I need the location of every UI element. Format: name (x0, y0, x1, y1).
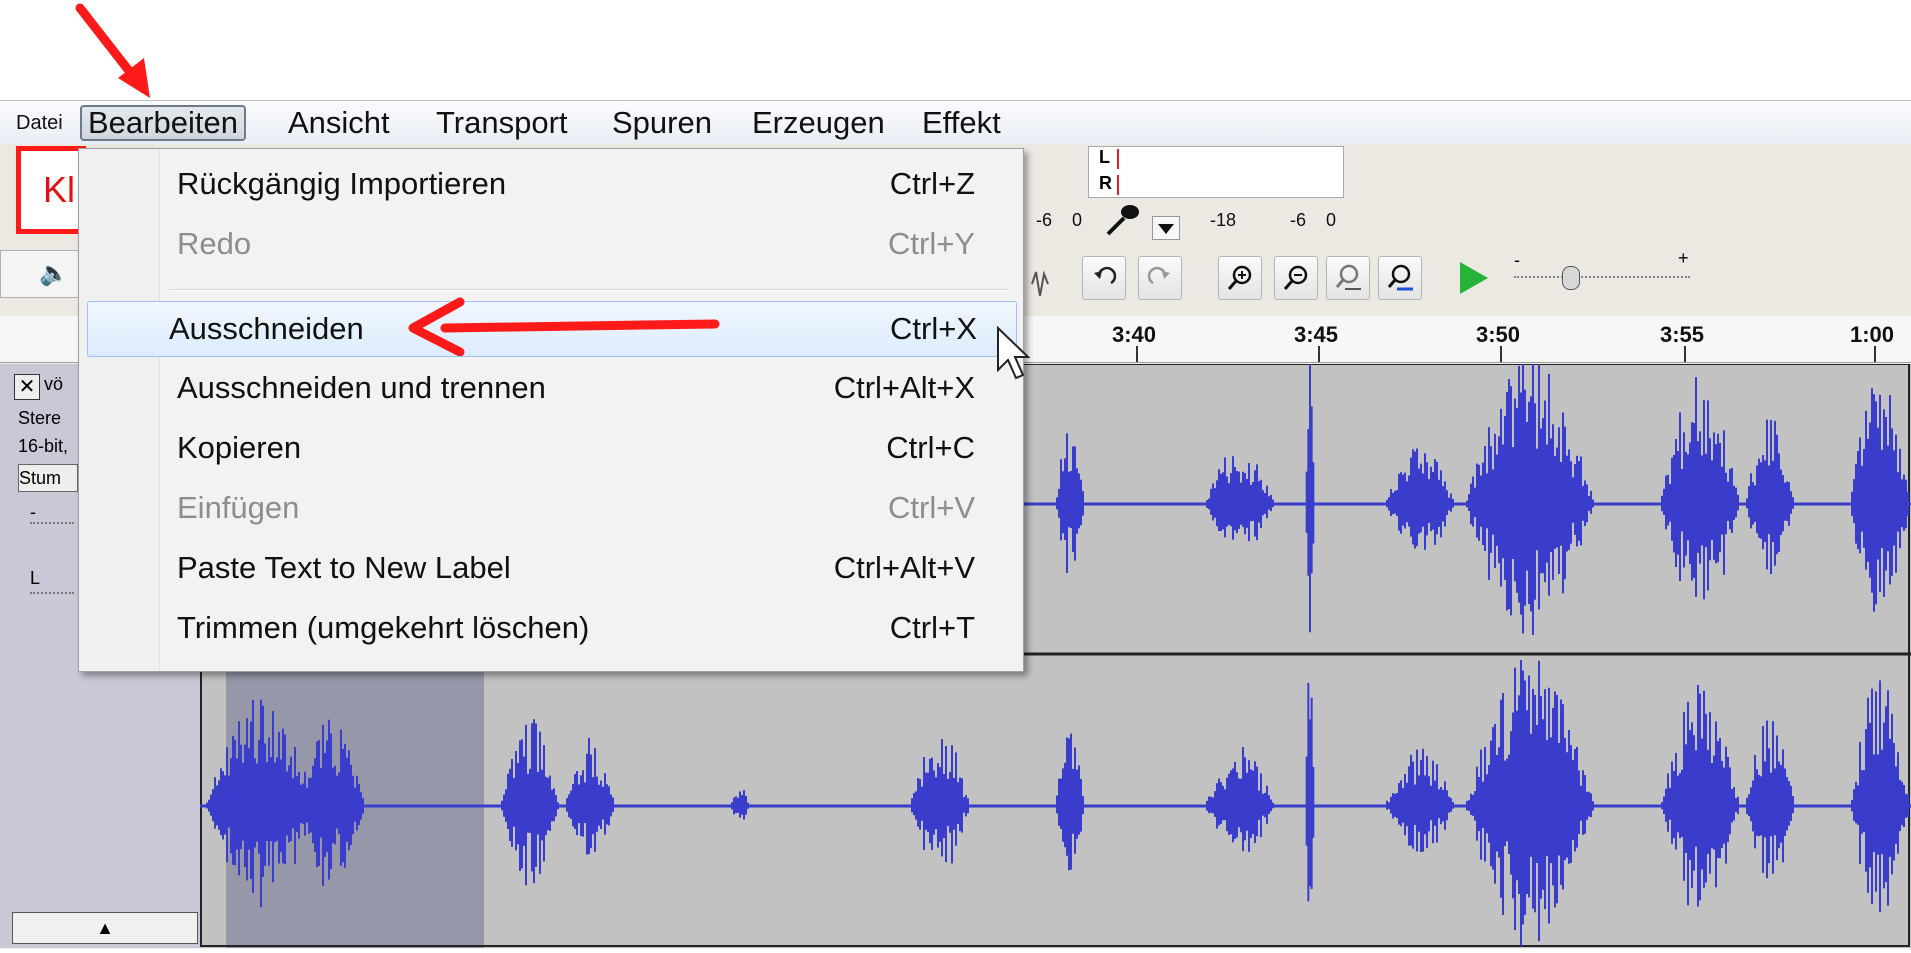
mute-button[interactable]: Stum (18, 464, 78, 492)
menu-spuren[interactable]: Spuren (606, 105, 718, 141)
mixer-toolbar: 🔈 (0, 250, 82, 298)
track-name[interactable]: vö (44, 374, 74, 395)
annotation-arrow-down (75, 3, 150, 98)
meter-tick: 0 (1326, 210, 1337, 230)
meter-dropdown-button[interactable] (1152, 216, 1180, 240)
meter-tick: 0 (1072, 210, 1083, 230)
menu-item-label: Ausschneiden (169, 311, 364, 346)
menu-item-shortcut: Ctrl+Alt+X (833, 370, 975, 405)
pan-slider[interactable] (30, 592, 74, 594)
annotation-box-text: Kl (43, 169, 76, 210)
ruler-label: 3:40 (1112, 322, 1157, 347)
annotation-arrow-left (408, 297, 720, 356)
menu-item-shortcut: Ctrl+X (890, 311, 977, 346)
slider-track (1514, 276, 1690, 278)
redo-icon (1147, 266, 1170, 285)
edit-menu-dropdown: Rückgängig Importieren Ctrl+Z Redo Ctrl+… (78, 148, 1024, 672)
slider-thumb[interactable] (1562, 266, 1580, 290)
menu-transport[interactable]: Transport (430, 105, 574, 141)
menu-separator (169, 289, 1009, 291)
close-track-button[interactable]: ✕ (14, 374, 40, 400)
undo-icon (1094, 266, 1117, 285)
menu-bar: Datei Bearbeiten Ansicht Transport Spure… (0, 101, 1911, 146)
collapse-track-button[interactable]: ▲ (12, 912, 198, 944)
track-channels: Stere (18, 408, 62, 428)
annotation-box: Kl (16, 146, 86, 234)
menu-item-label: Trimmen (umgekehrt löschen) (177, 610, 590, 645)
menu-item-label: Ausschneiden und trennen (177, 370, 546, 405)
meter-tick: -18 (1210, 210, 1237, 230)
menu-item-shortcut: Ctrl+T (889, 610, 975, 645)
menu-item-copy[interactable]: Kopieren Ctrl+C (87, 421, 1015, 475)
close-icon: ✕ (18, 376, 36, 398)
zoom-fit-project-icon (1387, 264, 1413, 291)
menu-ansicht[interactable]: Ansicht (282, 105, 396, 141)
slider-min-label: - (1514, 250, 1520, 270)
fit-selection-button[interactable] (1326, 256, 1370, 300)
gain-slider-label: - (30, 502, 36, 522)
playback-speed-slider[interactable]: - + (1510, 248, 1700, 298)
slider-max-label: + (1678, 248, 1689, 268)
menu-erzeugen[interactable]: Erzeugen (746, 105, 891, 141)
chevron-down-icon (1158, 224, 1174, 234)
menu-item-label: Rückgängig Importieren (177, 166, 507, 201)
meter-tick: -6 (1290, 210, 1307, 230)
fit-project-button[interactable] (1378, 256, 1422, 300)
menu-item-label: Redo (177, 226, 252, 261)
menu-item-label: Einfügen (177, 490, 300, 525)
menu-bearbeiten[interactable]: Bearbeiten (80, 105, 246, 141)
menu-item-shortcut: Ctrl+V (888, 490, 975, 525)
undo-button[interactable] (1082, 256, 1126, 300)
mouse-cursor-icon (997, 326, 1030, 380)
zoom-in-icon (1227, 265, 1252, 290)
menu-item-undo[interactable]: Rückgängig Importieren Ctrl+Z (87, 157, 1015, 211)
menu-item-shortcut: Ctrl+Alt+V (833, 550, 975, 585)
menu-datei[interactable]: Datei (10, 105, 69, 141)
track-format: 16-bit, (18, 436, 69, 456)
menu-item-paste-text-label[interactable]: Paste Text to New Label Ctrl+Alt+V (87, 541, 1015, 595)
speaker-icon: 🔈 (39, 260, 69, 287)
meter-left-bar (1117, 149, 1119, 169)
ruler-label: 3:55 (1660, 322, 1705, 347)
meter-tick: -6 (1036, 210, 1053, 230)
menu-item-shortcut: Ctrl+Y (888, 226, 975, 261)
menu-item-paste[interactable]: Einfügen Ctrl+V (87, 481, 1015, 535)
menu-item-trim[interactable]: Trimmen (umgekehrt löschen) Ctrl+T (87, 601, 1015, 655)
collapse-icon: ▲ (96, 918, 114, 938)
waveform-tool-icon[interactable] (1030, 264, 1050, 304)
menu-effekt[interactable]: Effekt (916, 105, 1007, 141)
zoom-out-button[interactable] (1274, 256, 1318, 300)
mute-label: Stum (19, 468, 62, 488)
menu-item-label: Kopieren (177, 430, 302, 465)
play-icon (1460, 262, 1488, 294)
redo-button[interactable] (1138, 256, 1182, 300)
meter-right-bar (1117, 175, 1119, 195)
ruler-label: 3:50 (1476, 322, 1521, 347)
zoom-out-icon (1283, 265, 1308, 290)
play-at-speed-button[interactable] (1454, 258, 1494, 298)
pan-slider-label: L (30, 568, 41, 588)
zoom-in-button[interactable] (1218, 256, 1262, 300)
meter-right-label: R (1099, 173, 1112, 193)
menu-item-redo[interactable]: Redo Ctrl+Y (87, 217, 1015, 271)
ruler-label: 1:00 (1850, 322, 1895, 347)
menu-item-cut-and-split[interactable]: Ausschneiden und trennen Ctrl+Alt+X (87, 361, 1015, 415)
menu-item-label: Paste Text to New Label (177, 550, 511, 585)
microphone-icon[interactable] (1100, 200, 1150, 240)
gain-slider[interactable] (30, 522, 74, 524)
recording-meter[interactable]: L R (1088, 146, 1344, 198)
menu-item-shortcut: Ctrl+Z (889, 166, 975, 201)
meter-left-label: L (1099, 147, 1110, 167)
ruler-label: 3:45 (1294, 322, 1339, 347)
menu-item-shortcut: Ctrl+C (886, 430, 975, 465)
ruler-ticks (1136, 346, 1876, 362)
zoom-fit-selection-icon (1335, 264, 1361, 290)
